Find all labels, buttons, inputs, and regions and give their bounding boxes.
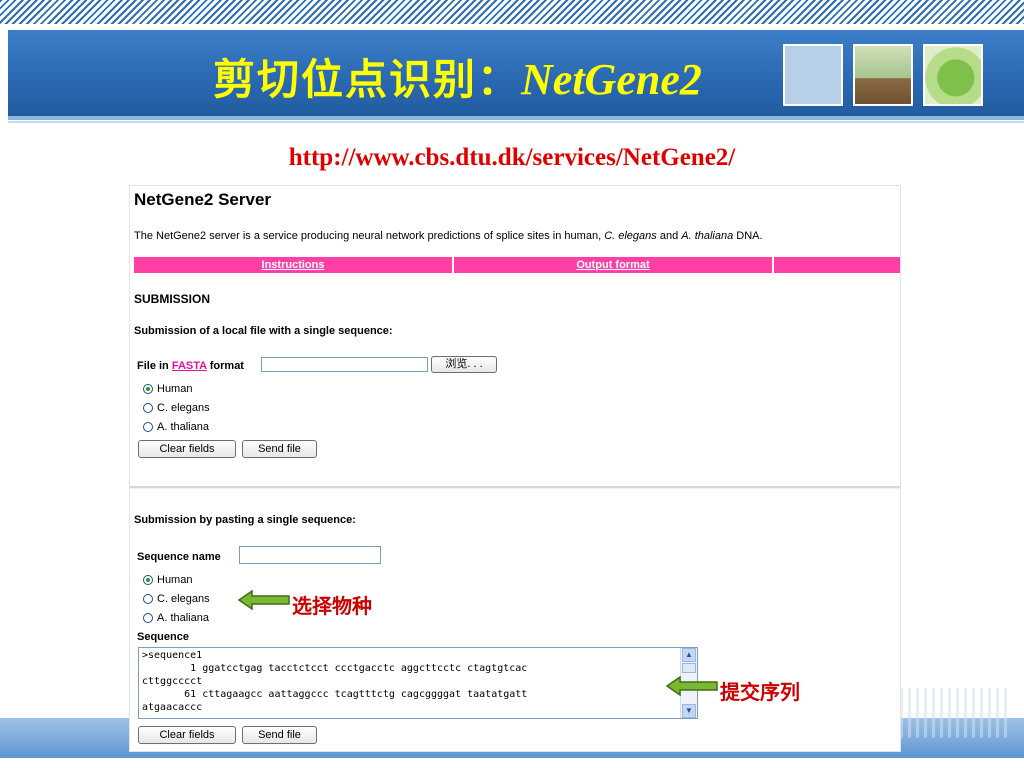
scroll-thumb[interactable]: [682, 663, 696, 673]
paste-species-c-elegans[interactable]: C. elegans: [143, 593, 210, 605]
desc-species-a: A. thaliana: [681, 230, 734, 242]
nav-instructions-link[interactable]: Instructions: [134, 257, 454, 273]
file-path-input[interactable]: [261, 357, 428, 372]
file-label-post: format: [206, 360, 244, 372]
paste-section-heading: Submission by pasting a single sequence:: [134, 514, 356, 526]
paste-species-a-thaliana[interactable]: A. thaliana: [143, 612, 209, 624]
radio-label: C. elegans: [157, 593, 210, 605]
service-url: http://www.cbs.dtu.dk/services/NetGene2/: [288, 144, 736, 171]
radio-icon: [143, 403, 153, 413]
sequence-name-input[interactable]: [239, 546, 381, 564]
browse-button[interactable]: 浏览. . .: [431, 356, 497, 373]
desc-text: The NetGene2 server is a service produci…: [134, 230, 605, 242]
file-species-c-elegans[interactable]: C. elegans: [143, 402, 210, 414]
radio-selected-icon: [143, 384, 153, 394]
bottom-plant-decoration: [900, 688, 1010, 738]
sequence-textarea[interactable]: >sequence1 1 ggatcctgag tacctctcct ccctg…: [138, 647, 698, 719]
sequence-text: >sequence1 1 ggatcctgag tacctctcct ccctg…: [142, 650, 528, 713]
decor-photo-leaf: [923, 44, 983, 106]
nav-output-format-link[interactable]: Output format: [454, 257, 774, 273]
fasta-link[interactable]: FASTA: [172, 360, 207, 372]
paste-send-button[interactable]: Send file: [242, 726, 317, 744]
radio-label: C. elegans: [157, 402, 210, 414]
radio-label: Human: [157, 383, 193, 395]
radio-label: A. thaliana: [157, 612, 209, 624]
sequence-name-label: Sequence name: [137, 551, 221, 563]
sequence-note: 提交序列: [720, 680, 800, 704]
desc-species-c: C. elegans: [604, 230, 657, 242]
radio-icon: [143, 613, 153, 623]
file-species-human[interactable]: Human: [143, 383, 192, 395]
slide-title: 剪切位点识别：NetGene2: [213, 52, 702, 108]
file-clear-fields-button[interactable]: Clear fields: [138, 440, 236, 458]
desc-end: DNA.: [733, 230, 763, 242]
radio-label: Human: [157, 574, 193, 586]
scroll-up-icon[interactable]: ▲: [682, 648, 696, 662]
nav-empty-cell: [774, 257, 900, 273]
species-note: 选择物种: [292, 594, 372, 618]
file-label-pre: File in: [137, 360, 172, 372]
decor-photo-sprout: [853, 44, 913, 106]
species-arrow-icon: [238, 590, 290, 610]
top-hatch-decoration: [0, 0, 1024, 24]
scroll-down-icon[interactable]: ▼: [682, 704, 696, 718]
slide-title-chinese: 剪切位点识别：: [213, 55, 522, 104]
nav-bar: Instructions Output format: [134, 257, 900, 273]
radio-label: A. thaliana: [157, 421, 209, 433]
file-section-heading: Submission of a local file with a single…: [134, 325, 393, 337]
file-species-a-thaliana[interactable]: A. thaliana: [143, 421, 209, 433]
file-label: File in FASTA format: [137, 360, 244, 372]
radio-icon: [143, 594, 153, 604]
radio-icon: [143, 422, 153, 432]
netgene2-page-screenshot: NetGene2 Server The NetGene2 server is a…: [130, 186, 900, 751]
sequence-label: Sequence: [137, 631, 189, 643]
slide-title-english: NetGene2: [521, 55, 702, 104]
decor-photo-sky: [783, 44, 843, 106]
title-band-underline-light: [8, 121, 1024, 123]
paste-species-human[interactable]: Human: [143, 574, 192, 586]
title-band-underline: [8, 116, 1024, 120]
desc-and: and: [656, 230, 682, 242]
radio-selected-icon: [143, 575, 153, 585]
server-title: NetGene2 Server: [134, 190, 272, 209]
submission-heading: SUBMISSION: [134, 292, 211, 306]
server-description: The NetGene2 server is a service produci…: [134, 230, 763, 242]
section-divider: [130, 486, 900, 489]
paste-clear-fields-button[interactable]: Clear fields: [138, 726, 236, 744]
file-send-button[interactable]: Send file: [242, 440, 317, 458]
sequence-arrow-icon: [666, 676, 718, 696]
